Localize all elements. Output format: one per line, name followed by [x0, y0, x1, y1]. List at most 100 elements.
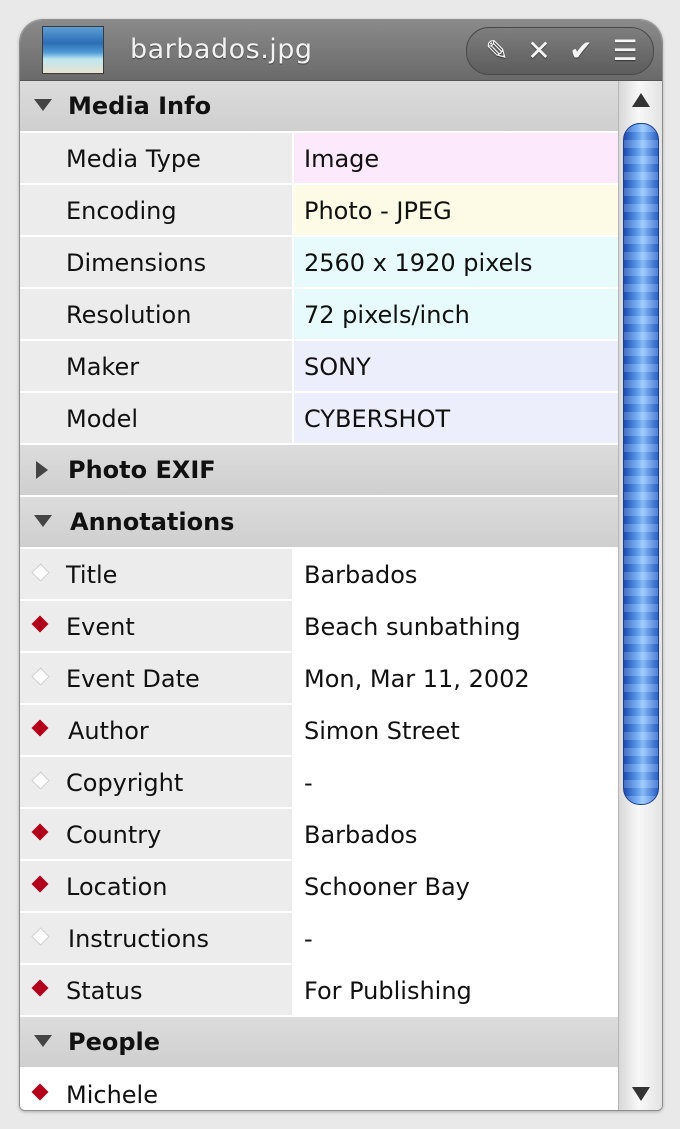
property-value: CYBERSHOT	[304, 405, 451, 433]
property-key: Event Date	[66, 665, 200, 693]
title-bar[interactable]: barbados.jpg ✎ ✕ ✔ ☰	[20, 20, 662, 81]
property-value: SONY	[304, 353, 371, 381]
section-label: People	[68, 1028, 161, 1056]
property-key-cell: Model	[20, 393, 294, 443]
list-item[interactable]: Status For Publishing	[20, 965, 618, 1017]
property-value: 72 pixels/inch	[304, 301, 470, 329]
property-value: Mon, Mar 11, 2002	[304, 665, 530, 693]
list-item[interactable]: Michele	[20, 1069, 618, 1110]
property-key: Location	[66, 873, 168, 901]
property-key: Maker	[66, 353, 140, 381]
property-value: Barbados	[304, 561, 418, 589]
property-key: Media Type	[66, 145, 201, 173]
required-field-diamond-icon	[31, 615, 49, 633]
property-value-cell: 2560 x 1920 pixels	[294, 237, 618, 287]
property-key: Author	[68, 717, 149, 745]
property-value-cell: Photo - JPEG	[294, 185, 618, 235]
property-value: Simon Street	[304, 717, 460, 745]
section-label: Annotations	[70, 508, 235, 536]
confirm-icon[interactable]: ✔	[563, 28, 599, 74]
section-label: Media Info	[68, 92, 212, 120]
property-value-cell: SONY	[294, 341, 618, 391]
scroll-up-arrow-icon[interactable]	[632, 93, 650, 107]
disclosure-expanded-icon[interactable]	[34, 1035, 52, 1049]
optional-field-diamond-icon	[31, 771, 50, 790]
list-icon[interactable]: ☰	[607, 28, 643, 74]
property-key-cell: Location	[20, 861, 294, 911]
property-value-field[interactable]: Mon, Mar 11, 2002	[294, 653, 618, 703]
property-value: Barbados	[304, 821, 418, 849]
section-media-info[interactable]: Media Info	[20, 81, 618, 133]
disclosure-expanded-icon[interactable]	[34, 99, 52, 113]
property-value-cell: Image	[294, 133, 618, 183]
property-value-field[interactable]: Barbados	[294, 549, 618, 599]
property-key: Title	[66, 561, 118, 589]
property-value: Image	[304, 145, 380, 173]
list-item[interactable]: Title Barbados	[20, 549, 618, 601]
property-value-field[interactable]: Schooner Bay	[294, 861, 618, 911]
required-field-diamond-icon	[31, 875, 49, 893]
property-value-field[interactable]: -	[294, 757, 618, 807]
list-item[interactable]: Resolution 72 pixels/inch	[20, 289, 618, 341]
property-value-field[interactable]: Beach sunbathing	[294, 601, 618, 651]
property-key: Copyright	[66, 769, 184, 797]
optional-field-diamond-icon	[31, 927, 50, 946]
property-value-field[interactable]: Barbados	[294, 809, 618, 859]
list-item[interactable]: Model CYBERSHOT	[20, 393, 618, 445]
section-annotations[interactable]: Annotations	[20, 497, 618, 549]
property-key-cell: Instructions	[20, 913, 294, 963]
property-key: Country	[66, 821, 162, 849]
section-people[interactable]: People	[20, 1017, 618, 1069]
list-item[interactable]: Country Barbados	[20, 809, 618, 861]
property-key-cell: Resolution	[20, 289, 294, 339]
list-item[interactable]: Media Type Image	[20, 133, 618, 185]
property-key: Event	[66, 613, 135, 641]
list-item[interactable]: Location Schooner Bay	[20, 861, 618, 913]
optional-field-diamond-icon	[31, 563, 50, 582]
section-photo-exif[interactable]: Photo EXIF	[20, 445, 618, 497]
property-value-field[interactable]: For Publishing	[294, 965, 618, 1015]
vertical-scrollbar[interactable]	[618, 81, 662, 1110]
disclosure-expanded-icon[interactable]	[34, 515, 52, 529]
property-key-cell: Copyright	[20, 757, 294, 807]
required-field-diamond-icon	[31, 979, 49, 997]
optional-field-diamond-icon	[31, 667, 50, 686]
property-key-cell: Author	[20, 705, 294, 755]
property-key: Model	[66, 405, 139, 433]
property-value: 2560 x 1920 pixels	[304, 249, 533, 277]
property-value-cell: 72 pixels/inch	[294, 289, 618, 339]
scroll-down-arrow-icon[interactable]	[632, 1087, 650, 1101]
list-item[interactable]: Instructions -	[20, 913, 618, 965]
media-info-window: barbados.jpg ✎ ✕ ✔ ☰ Media Info Media Ty…	[19, 19, 663, 1111]
property-value: Beach sunbathing	[304, 613, 521, 641]
list-item[interactable]: Maker SONY	[20, 341, 618, 393]
property-key: Encoding	[66, 197, 177, 225]
list-item[interactable]: Encoding Photo - JPEG	[20, 185, 618, 237]
property-key-cell: Status	[20, 965, 294, 1015]
property-value: For Publishing	[304, 977, 472, 1005]
list-item[interactable]: Dimensions 2560 x 1920 pixels	[20, 237, 618, 289]
list-item[interactable]: Author Simon Street	[20, 705, 618, 757]
list-item[interactable]: Event Date Mon, Mar 11, 2002	[20, 653, 618, 705]
property-value: -	[304, 925, 313, 953]
list-item[interactable]: Copyright -	[20, 757, 618, 809]
edit-icon[interactable]: ✎	[479, 28, 515, 74]
scrollbar-thumb[interactable]	[623, 123, 659, 805]
property-value-cell: CYBERSHOT	[294, 393, 618, 443]
close-icon[interactable]: ✕	[521, 28, 557, 74]
property-key: Dimensions	[66, 249, 207, 277]
list-item[interactable]: Event Beach sunbathing	[20, 601, 618, 653]
property-key-cell: Country	[20, 809, 294, 859]
person-name: Michele	[66, 1081, 158, 1109]
property-value: -	[304, 769, 313, 797]
property-key-cell: Encoding	[20, 185, 294, 235]
disclosure-collapsed-icon[interactable]	[36, 461, 50, 479]
properties-list: Media Info Media Type Image Encoding Pho…	[20, 81, 618, 1110]
property-key-cell: Media Type	[20, 133, 294, 183]
property-key-cell: Title	[20, 549, 294, 599]
property-key: Resolution	[66, 301, 192, 329]
property-key-cell: Maker	[20, 341, 294, 391]
property-value-field[interactable]: -	[294, 913, 618, 963]
required-field-diamond-icon	[31, 1083, 49, 1101]
property-value-field[interactable]: Simon Street	[294, 705, 618, 755]
